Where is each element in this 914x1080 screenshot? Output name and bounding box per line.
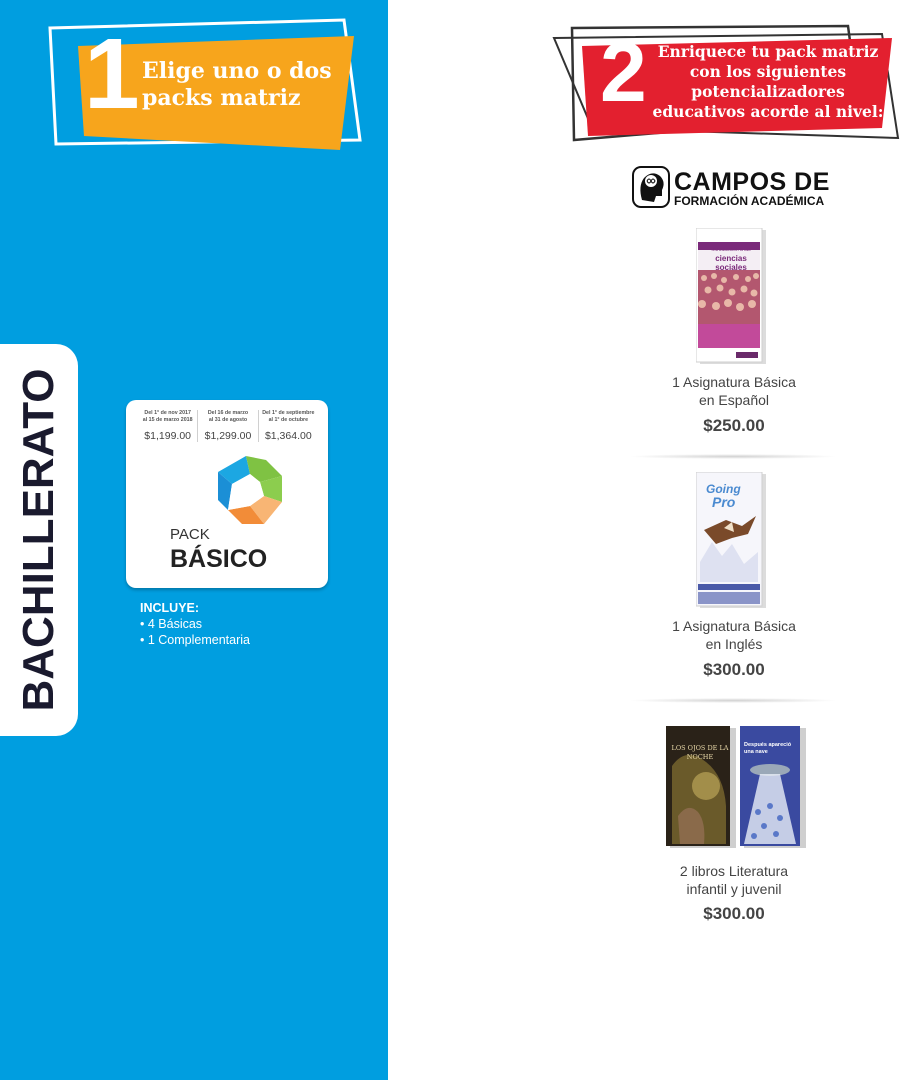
price-amount: $1,299.00 — [204, 430, 252, 442]
step1-line1: Elige uno o dos — [142, 58, 332, 84]
includes-item: • 1 Complementaria — [140, 633, 250, 647]
book-title-small: LOS OJOS DE LA NOCHE — [671, 744, 729, 761]
step1-number: 1 — [84, 18, 140, 130]
price-column: Del 1° de septiembre al 1° de octubre $1… — [259, 410, 318, 442]
book-title: Pro — [712, 494, 736, 510]
book-title: Después apareció una nave — [744, 742, 792, 755]
price-column: Del 16 de marzo al 31 de agosto $1,299.0… — [198, 410, 259, 442]
step2-banner: 2 Enriquece tu pack matriz con los sigui… — [552, 24, 900, 144]
play-hexagon-icon — [218, 456, 282, 524]
product-price: $300.00 — [703, 660, 765, 679]
step1-line2: packs matriz — [142, 85, 301, 111]
product-description-line: 1 Asignatura Básica — [672, 374, 796, 390]
step1-banner: 1 Elige uno o dos packs matriz — [44, 18, 364, 158]
campos-subtitle: FORMACIÓN ACADÉMICA — [674, 194, 825, 208]
includes-list: INCLUYE: • 4 Básicas • 1 Complementaria — [140, 600, 250, 648]
brain-head-icon — [632, 166, 670, 208]
price-table: Del 1° de nov 2017 al 15 de marzo 2018 $… — [138, 410, 318, 442]
book-title: ciencias sociales — [715, 254, 747, 272]
divider — [628, 454, 838, 459]
includes-title: INCLUYE: — [140, 601, 200, 615]
step2-number: 2 — [600, 25, 647, 119]
price-period-line: Del 1° de septiembre — [262, 410, 315, 416]
product-description-line: 2 libros Literatura — [679, 863, 789, 879]
divider — [628, 698, 838, 703]
book-title-small: Introducción a las — [711, 247, 751, 253]
step2-heading: Enriquece tu pack matriz con los siguien… — [648, 42, 888, 122]
price-period: Del 16 de marzo al 31 de agosto — [200, 410, 255, 424]
pack-name: BÁSICO — [170, 545, 268, 573]
price-amount: $1,199.00 — [144, 430, 192, 442]
includes-item: • 4 Básicas — [140, 617, 203, 631]
price-column: Del 1° de nov 2017 al 15 de marzo 2018 $… — [138, 410, 199, 442]
level-tab: BACHILLERATO — [0, 344, 78, 736]
price-period-line: al 1° de octubre — [268, 416, 309, 423]
product-description-line: infantil y juvenil — [686, 881, 782, 897]
price-period-line: Del 1° de nov 2017 — [144, 410, 191, 416]
pack-card[interactable]: Del 1° de nov 2017 al 15 de marzo 2018 $… — [126, 400, 328, 588]
product-price: $300.00 — [703, 904, 765, 923]
price-period: Del 1° de nov 2017 al 15 de marzo 2018 — [140, 410, 195, 424]
product-description-line: en Español — [698, 392, 770, 408]
step2-line: educativos acorde al nivel: — [652, 102, 884, 121]
product-description: 1 Asignatura Básica en Español — [634, 373, 834, 409]
price-period-line: al 31 de agosto — [208, 416, 248, 423]
price-period: Del 1° de septiembre al 1° de octubre — [261, 410, 316, 424]
product-description-line: 1 Asignatura Básica — [672, 618, 796, 634]
product-price: $250.00 — [703, 416, 765, 435]
product-description: 2 libros Literatura infantil y juvenil — [634, 862, 834, 898]
price-period-line: Del 16 de marzo — [207, 410, 249, 416]
step1-heading: Elige uno o dos packs matriz — [142, 58, 332, 112]
step2-line: Enriquece tu pack matriz — [657, 42, 879, 61]
campos-title: CAMPOS DE — [674, 168, 830, 196]
price-period-line: al 15 de marzo 2018 — [142, 416, 193, 423]
pack-label: PACK — [170, 526, 210, 543]
step2-line: potencializadores — [691, 82, 845, 101]
product-description-line: en Inglés — [705, 636, 763, 652]
step2-line: con los siguientes — [689, 62, 847, 81]
level-tab-label: BACHILLERATO — [14, 368, 63, 712]
price-amount: $1,364.00 — [264, 430, 312, 442]
product-description: 1 Asignatura Básica en Inglés — [634, 617, 834, 653]
campos-logo: CAMPOS DE FORMACIÓN ACADÉMICA — [632, 166, 842, 210]
